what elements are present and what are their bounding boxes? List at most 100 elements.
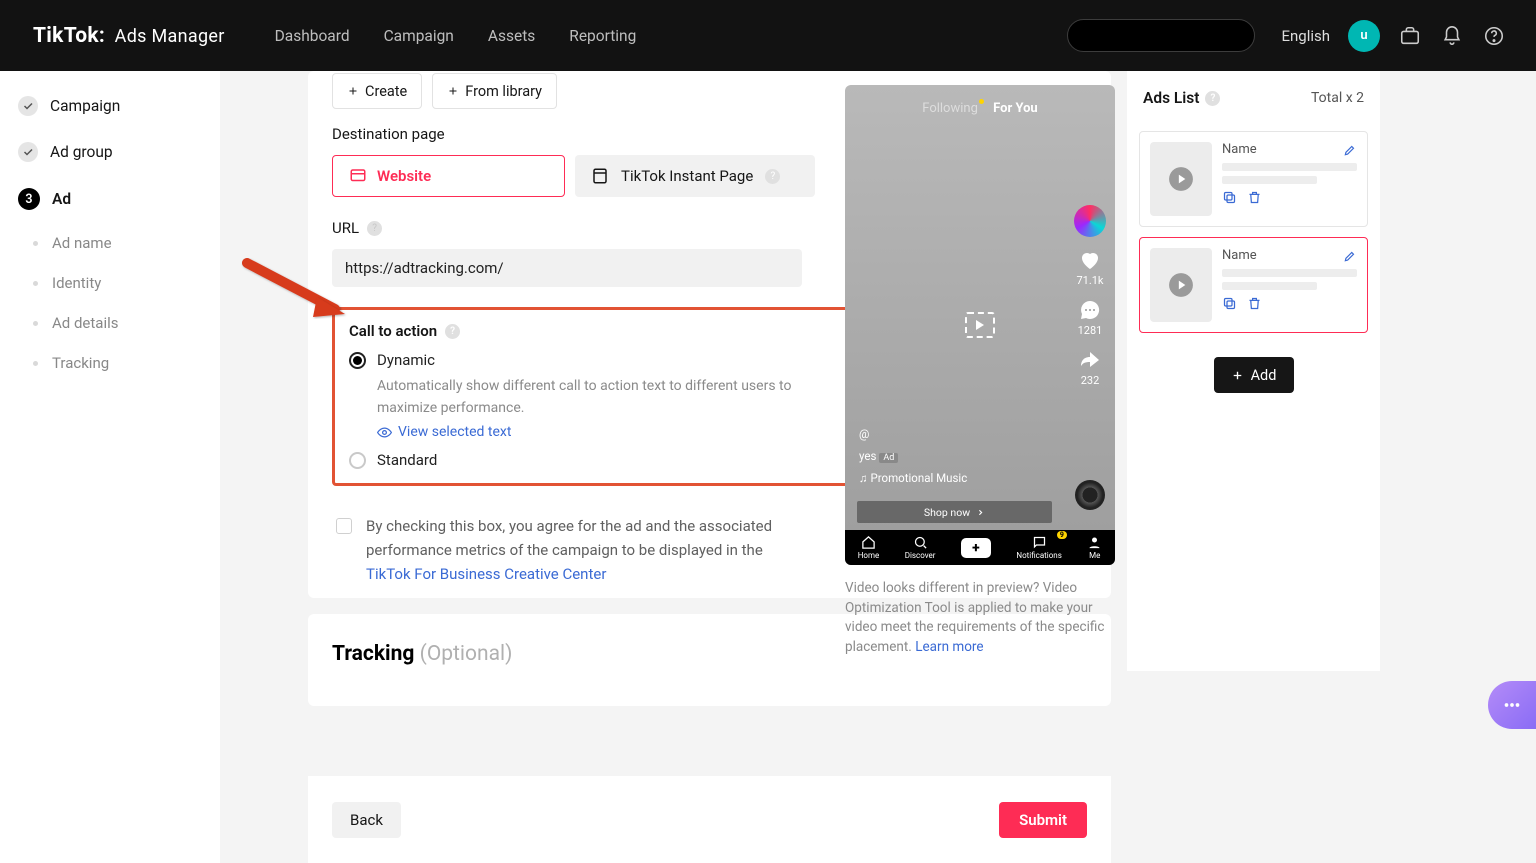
nav-reporting[interactable]: Reporting [569,27,636,45]
question-icon: ? [765,169,780,184]
submit-button[interactable]: Submit [999,802,1087,838]
sub-identity[interactable]: Identity [0,263,220,303]
preview-bottom-nav: Home Discover + 9Notifications Me [845,530,1115,565]
agree-row: By checking this box, you agree for the … [336,514,796,586]
play-icon [1168,166,1194,192]
step-label: Ad [52,190,71,208]
bell-icon[interactable] [1440,24,1464,48]
nav-discover: Discover [905,535,936,560]
copy-icon[interactable] [1222,296,1237,311]
chat-icon [1501,694,1523,716]
creative-center-link[interactable]: TikTok For Business Creative Center [366,565,606,583]
trash-icon[interactable] [1247,296,1262,311]
check-icon [18,96,38,116]
ad-thumb [1150,248,1212,322]
radio-icon [349,452,366,469]
phone-preview: Following For You 71.1k 1281 232 @ yesAd… [845,85,1115,565]
preview-avatar-icon [1074,205,1106,237]
footer-bar: Back Submit [308,776,1111,863]
dot-icon [33,361,38,366]
plus-icon [1231,369,1244,382]
sub-ad-name[interactable]: Ad name [0,223,220,263]
preview-cta-bar: Shop now [857,501,1052,523]
play-icon [1168,272,1194,298]
dot-icon [33,321,38,326]
destination-website[interactable]: Website [332,155,565,197]
user-avatar[interactable]: u [1348,20,1380,52]
brand-sub: Ads Manager [115,26,225,47]
ad-meta: Name [1222,142,1357,216]
dot-icon [33,281,38,286]
nav-dashboard[interactable]: Dashboard [275,27,350,45]
brand: TikTok: Ads Manager [33,24,225,48]
preview-caption: @ yesAd ♫ Promotional Music [859,427,967,485]
preview-column: Following For You 71.1k 1281 232 @ yesAd… [845,85,1115,657]
tab-following[interactable]: Following [922,101,978,116]
step-campaign[interactable]: Campaign [0,83,220,129]
ad-badge: Ad [879,453,898,463]
step-label: Campaign [50,97,120,115]
cta-dynamic-desc: Automatically show different call to act… [377,376,797,419]
tab-foryou[interactable]: For You [993,101,1038,116]
ad-card[interactable]: Name [1139,131,1368,227]
video-placeholder-icon [965,312,995,338]
chevron-right-icon [976,508,985,517]
learn-more-link[interactable]: Learn more [915,639,983,655]
help-icon[interactable] [1482,24,1506,48]
agree-text: By checking this box, you agree for the … [366,514,796,586]
sidebar: Campaign Ad group 3 Ad Ad name Identity … [0,71,220,863]
nav-right: English u [1067,19,1506,52]
ad-card[interactable]: Name [1139,237,1368,333]
nav-plus: + [961,538,991,558]
nav-links: Dashboard Campaign Assets Reporting [275,27,637,45]
question-icon: ? [1205,91,1220,106]
edit-icon[interactable] [1343,143,1357,157]
ads-list-header: Ads List ? Total x 2 [1127,71,1380,121]
skeleton [1222,282,1317,290]
top-nav: TikTok: Ads Manager Dashboard Campaign A… [0,0,1536,71]
nav-notifications: 9Notifications [1016,535,1061,560]
sub-ad-details[interactable]: Ad details [0,303,220,343]
back-button[interactable]: Back [332,802,401,838]
briefcase-icon[interactable] [1398,24,1422,48]
preview-note: Video looks different in preview? Video … [845,579,1110,657]
brand-main: TikTok [33,24,99,48]
create-button[interactable]: Create [332,73,422,109]
step-ad[interactable]: 3 Ad [0,175,220,223]
comment-icon: 1281 [1078,298,1103,337]
skeleton [1222,269,1357,277]
skeleton [1222,163,1357,171]
nav-me: Me [1087,535,1102,560]
nav-home: Home [858,535,880,560]
destination-instant[interactable]: TikTok Instant Page ? [575,155,815,197]
preview-top-tabs: Following For You [845,101,1115,116]
nav-campaign[interactable]: Campaign [384,27,454,45]
check-icon [18,142,38,162]
ad-thumb [1150,142,1212,216]
step-label: Ad group [50,143,113,161]
add-button[interactable]: Add [1214,357,1294,393]
website-icon [349,167,367,185]
disc-icon [1075,480,1105,510]
sub-tracking[interactable]: Tracking [0,343,220,383]
search-input[interactable] [1067,19,1255,52]
edit-icon[interactable] [1343,249,1357,263]
chat-fab[interactable] [1488,681,1536,729]
ads-list-panel: Ads List ? Total x 2 Name Name Add [1127,71,1380,671]
preview-right-rail: 71.1k 1281 232 [1074,205,1106,387]
language-selector[interactable]: English [1281,27,1330,45]
question-icon: ? [445,324,460,339]
step-number: 3 [18,188,40,210]
eye-icon [377,425,392,440]
from-library-button[interactable]: From library [432,73,557,109]
copy-icon[interactable] [1222,190,1237,205]
like-icon: 71.1k [1076,248,1103,287]
dot-icon [33,241,38,246]
url-input[interactable] [332,249,802,287]
nav-assets[interactable]: Assets [488,27,535,45]
trash-icon[interactable] [1247,190,1262,205]
step-adgroup[interactable]: Ad group [0,129,220,175]
radio-icon [349,352,366,369]
agree-checkbox[interactable] [336,518,352,534]
ad-meta: Name [1222,248,1357,322]
